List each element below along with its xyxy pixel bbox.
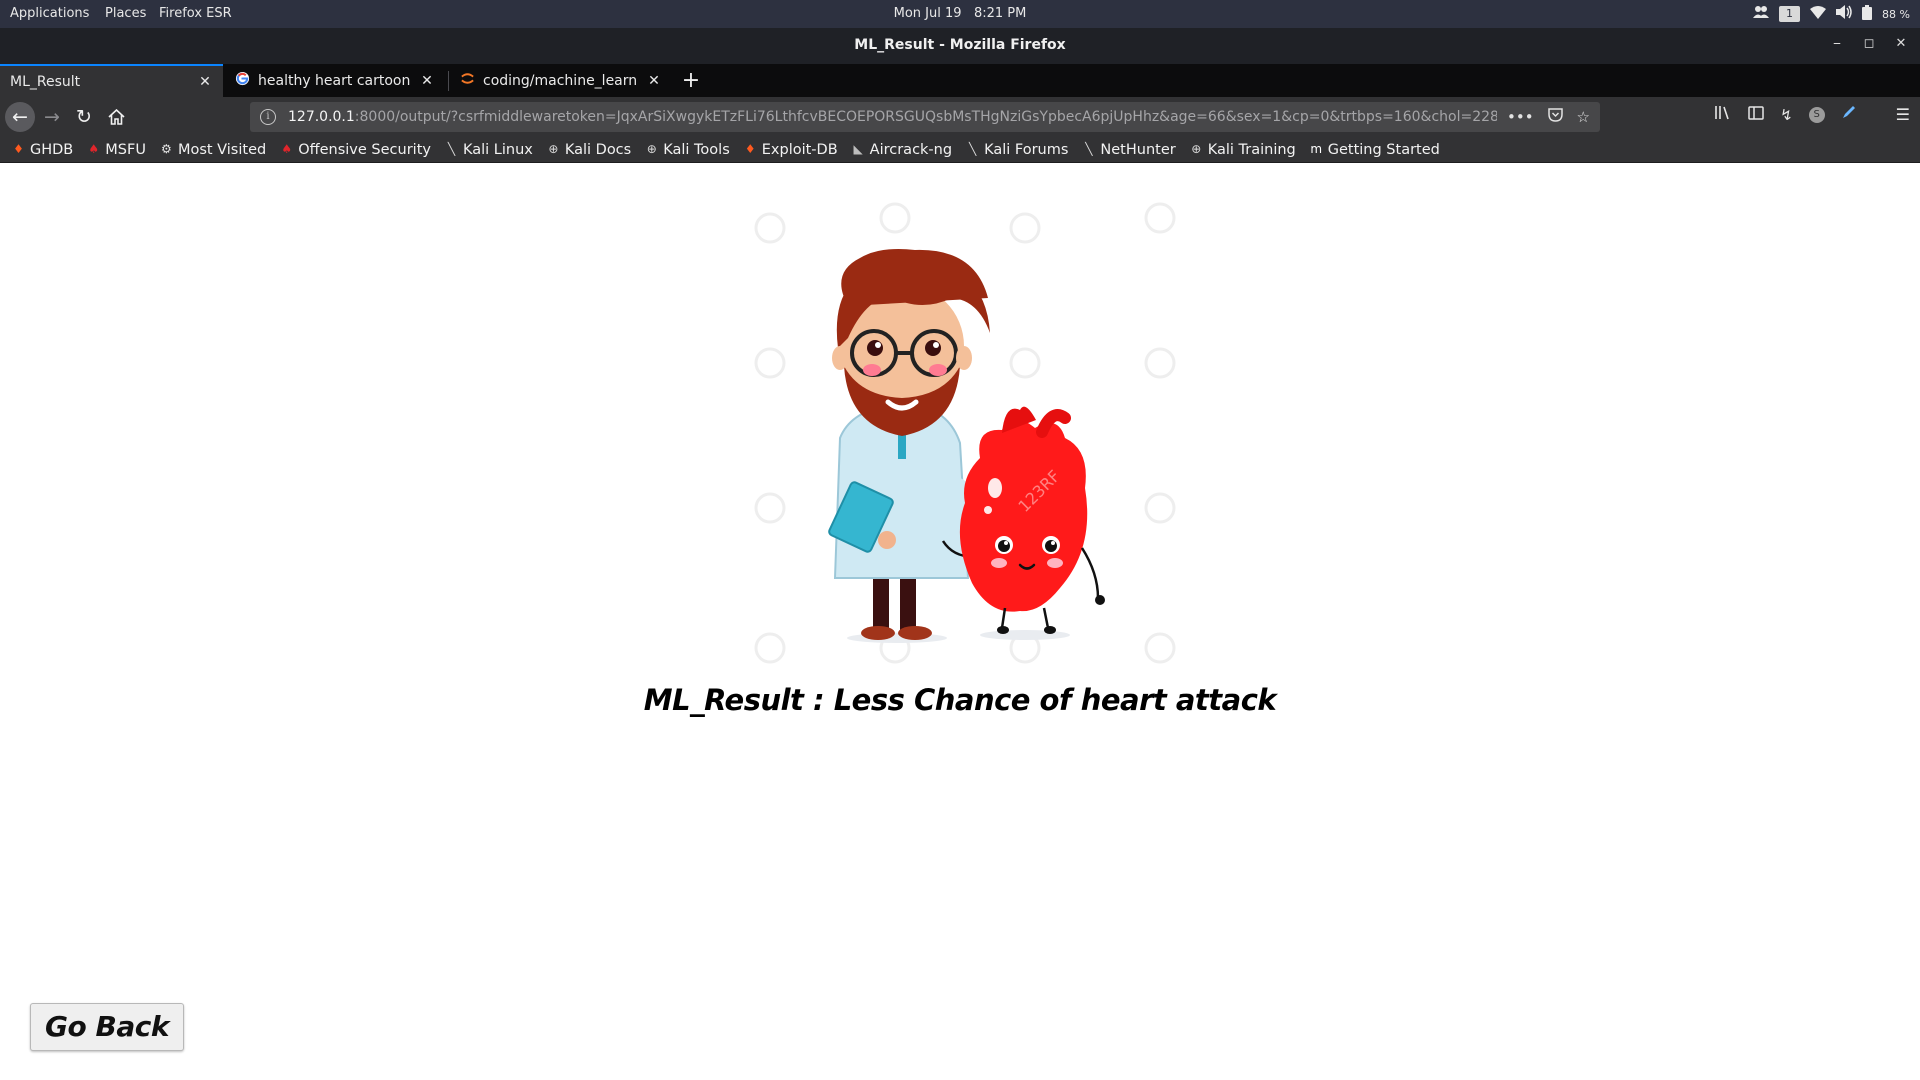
gear-icon: ⚙ [161,142,172,156]
bookmark-kali-tools[interactable]: ⊕ Kali Tools [645,142,730,158]
pocket-icon[interactable] [1547,108,1563,126]
exploit-db-icon: ♦ [13,142,24,156]
globe-icon: ⊕ [646,142,657,156]
bookmarks-toolbar: ♦ GHDB ♠ MSFU ⚙ Most Visited ♠ Offensive Securi… [0,137,1920,163]
page-content: 123RF ML_Result : Less Chance of heart a… [0,163,1920,1080]
reload-icon: ↻ [76,106,92,128]
arrow-right-icon: → [44,106,60,128]
navigation-toolbar: ← → ↻ i 127.0.0.1:8000/output/?csrfmiddl… [0,97,1920,137]
bookmark-offensive-security[interactable]: ♠ Offensive Security [280,142,431,158]
kali-dragon-icon: ╲ [1085,142,1093,156]
bookmark-most-visited[interactable]: ⚙ Most Visited [160,142,266,158]
offsec-icon: ♠ [281,142,293,156]
bookmark-kali-training[interactable]: ⊕ Kali Training [1190,142,1296,158]
bookmark-exploit-db[interactable]: ♦ Exploit-DB [744,142,838,158]
bookmark-kali-forums[interactable]: ╲ Kali Forums [966,142,1068,158]
bookmark-label: Kali Forums [984,141,1069,158]
jupyter-icon [460,71,475,90]
arrow-left-icon: ← [12,106,28,128]
home-button[interactable] [101,102,131,132]
globe-icon: ⊕ [1191,142,1202,156]
wifi-icon[interactable] [1810,5,1827,23]
tab-label: ML_Result [10,73,81,90]
url-path: :8000/output/?csrfmiddlewaretoken=JqxArS… [354,109,1552,125]
sync-icon[interactable]: ↯ [1780,106,1793,124]
system-tray: 1 88 % [1753,4,1910,24]
aircrack-icon: ◣ [853,142,863,156]
clock-time: 8:21 PM [973,6,1027,21]
workspace-indicator[interactable]: 1 [1779,6,1801,22]
reload-button[interactable]: ↻ [69,102,99,132]
bookmark-label: Kali Tools [663,141,730,158]
bookmark-kali-docs[interactable]: ⊕ Kali Docs [547,142,631,158]
bookmark-ghdb[interactable]: ♦ GHDB [12,142,73,158]
tab-strip: ML_Result ✕ healthy heart cartoon ima ✕ … [0,64,1920,97]
new-tab-button[interactable]: + [678,64,704,97]
m-icon: m [1310,142,1323,156]
close-window-icon[interactable]: ✕ [1892,36,1910,51]
volume-icon[interactable] [1836,5,1852,23]
tab-label: coding/machine_learning [483,72,638,89]
clock[interactable]: Mon Jul 19 8:21 PM [0,6,1920,21]
bookmark-label: Exploit-DB [761,141,838,158]
bookmark-label: Getting Started [1327,141,1440,158]
sidebar-icon[interactable] [1748,105,1764,124]
bookmark-label: GHDB [30,141,74,158]
bookmark-label: Aircrack-ng [869,141,953,158]
url-host: 127.0.0.1 [288,109,355,125]
exploit-db-icon: ♦ [744,142,756,156]
bookmark-label: Kali Training [1207,141,1296,158]
window-titlebar: ML_Result - Mozilla Firefox ⎯ ◻ ✕ [0,28,1920,64]
forward-button[interactable]: → [37,102,67,132]
info-icon[interactable]: i [260,109,276,125]
offsec-icon: ♠ [88,142,100,156]
ml-result-text: ML_Result : Less Chance of heart attack [643,683,1277,717]
menu-hamburger-icon[interactable]: ☰ [1896,105,1910,124]
go-back-button[interactable]: Go Back [30,1003,184,1051]
bookmark-label: Kali Linux [462,141,533,158]
google-icon [235,71,250,90]
kali-dragon-icon: ╲ [447,142,456,156]
tab-jupyter-notebook[interactable]: coding/machine_learning ✕ [450,64,672,97]
bookmark-label: Offensive Security [298,141,431,158]
maximize-icon[interactable]: ◻ [1860,36,1878,51]
close-tab-icon[interactable]: ✕ [646,73,662,89]
pen-icon[interactable] [1841,105,1856,124]
back-button[interactable]: ← [5,102,35,132]
close-tab-icon[interactable]: ✕ [197,74,213,90]
minimize-icon[interactable]: ⎯ [1828,36,1846,51]
people-icon[interactable] [1753,5,1770,23]
system-top-bar: Applications Places Firefox ESR Mon Jul … [0,0,1920,28]
bookmark-label: MSFU [105,141,146,158]
home-icon [107,109,125,125]
bookmark-label: Most Visited [177,141,267,158]
clock-date: Mon Jul 19 [893,6,962,21]
extension-icon[interactable]: S [1808,106,1825,123]
bookmark-label: NetHunter [1100,141,1176,158]
kali-dragon-icon: ╲ [968,142,977,156]
library-icon[interactable] [1714,105,1732,124]
battery-percent: 88 % [1882,7,1910,21]
bookmark-label: Kali Docs [564,141,632,158]
doctor-and-heart-illustration: 123RF [754,202,1176,664]
tab-heart-cartoon-search[interactable]: healthy heart cartoon ima ✕ [225,64,445,97]
address-bar[interactable]: i 127.0.0.1:8000/output/?csrfmiddlewaret… [250,102,1600,132]
bookmark-getting-started[interactable]: m Getting Started [1310,141,1440,158]
window-title: ML_Result - Mozilla Firefox [854,37,1066,53]
close-tab-icon[interactable]: ✕ [419,73,435,89]
page-actions-icon[interactable]: ••• [1507,108,1534,126]
bookmark-aircrack-ng[interactable]: ◣ Aircrack-ng [852,141,953,158]
battery-icon[interactable] [1862,4,1873,24]
globe-icon: ⊕ [548,142,559,156]
bookmark-msfu[interactable]: ♠ MSFU [87,142,146,158]
bookmark-nethunter[interactable]: ╲ NetHunter [1082,142,1175,158]
tab-label: healthy heart cartoon ima [258,72,411,89]
bookmark-kali-linux[interactable]: ╲ Kali Linux [445,142,533,158]
bookmark-star-icon[interactable]: ☆ [1577,108,1590,126]
tab-ml-result[interactable]: ML_Result ✕ [0,64,223,97]
